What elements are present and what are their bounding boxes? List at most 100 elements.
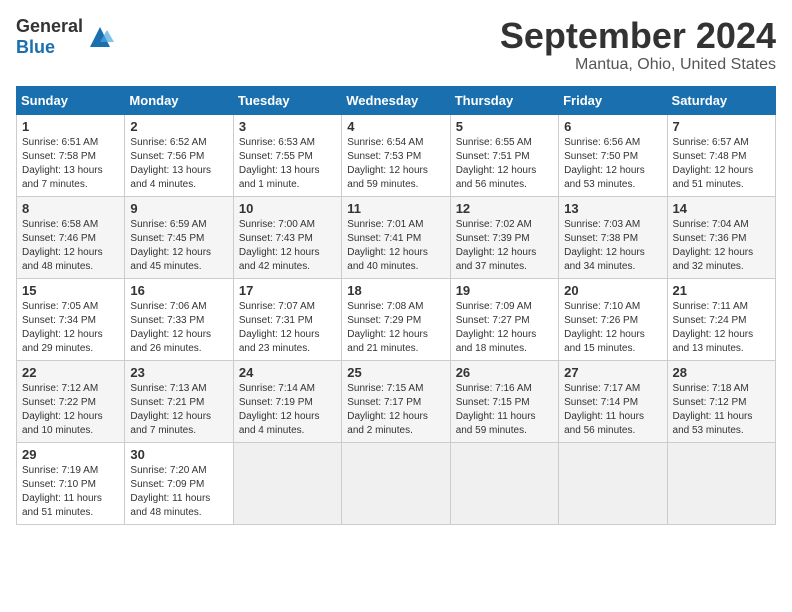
calendar-cell bbox=[342, 442, 450, 524]
calendar-week-row: 29 Sunrise: 7:19 AM Sunset: 7:10 PM Dayl… bbox=[17, 442, 776, 524]
day-info: Sunrise: 7:02 AM Sunset: 7:39 PM Dayligh… bbox=[456, 218, 553, 274]
calendar-cell: 14 Sunrise: 7:04 AM Sunset: 7:36 PM Dayl… bbox=[667, 196, 775, 278]
calendar-cell: 6 Sunrise: 6:56 AM Sunset: 7:50 PM Dayli… bbox=[559, 114, 667, 196]
month-title: September 2024 bbox=[500, 16, 776, 56]
day-info: Sunrise: 6:51 AM Sunset: 7:58 PM Dayligh… bbox=[22, 136, 119, 192]
calendar-header-wednesday: Wednesday bbox=[342, 86, 450, 114]
calendar-cell: 26 Sunrise: 7:16 AM Sunset: 7:15 PM Dayl… bbox=[450, 360, 558, 442]
day-number: 28 bbox=[673, 365, 770, 380]
calendar-cell: 29 Sunrise: 7:19 AM Sunset: 7:10 PM Dayl… bbox=[17, 442, 125, 524]
calendar-cell: 1 Sunrise: 6:51 AM Sunset: 7:58 PM Dayli… bbox=[17, 114, 125, 196]
calendar-header-tuesday: Tuesday bbox=[233, 86, 341, 114]
calendar-header-saturday: Saturday bbox=[667, 86, 775, 114]
day-info: Sunrise: 6:58 AM Sunset: 7:46 PM Dayligh… bbox=[22, 218, 119, 274]
page-header: General Blue September 2024 Mantua, Ohio… bbox=[16, 16, 776, 74]
day-number: 9 bbox=[130, 201, 227, 216]
day-number: 2 bbox=[130, 119, 227, 134]
day-info: Sunrise: 7:07 AM Sunset: 7:31 PM Dayligh… bbox=[239, 300, 336, 356]
calendar-cell: 3 Sunrise: 6:53 AM Sunset: 7:55 PM Dayli… bbox=[233, 114, 341, 196]
day-info: Sunrise: 6:56 AM Sunset: 7:50 PM Dayligh… bbox=[564, 136, 661, 192]
day-number: 4 bbox=[347, 119, 444, 134]
calendar-cell: 8 Sunrise: 6:58 AM Sunset: 7:46 PM Dayli… bbox=[17, 196, 125, 278]
calendar-cell: 13 Sunrise: 7:03 AM Sunset: 7:38 PM Dayl… bbox=[559, 196, 667, 278]
day-info: Sunrise: 7:00 AM Sunset: 7:43 PM Dayligh… bbox=[239, 218, 336, 274]
logo-general: General bbox=[16, 16, 83, 36]
day-number: 16 bbox=[130, 283, 227, 298]
day-number: 23 bbox=[130, 365, 227, 380]
calendar-cell: 15 Sunrise: 7:05 AM Sunset: 7:34 PM Dayl… bbox=[17, 278, 125, 360]
logo: General Blue bbox=[16, 16, 115, 58]
day-number: 6 bbox=[564, 119, 661, 134]
day-number: 13 bbox=[564, 201, 661, 216]
day-info: Sunrise: 7:15 AM Sunset: 7:17 PM Dayligh… bbox=[347, 382, 444, 438]
day-number: 21 bbox=[673, 283, 770, 298]
calendar-week-row: 15 Sunrise: 7:05 AM Sunset: 7:34 PM Dayl… bbox=[17, 278, 776, 360]
calendar-cell: 22 Sunrise: 7:12 AM Sunset: 7:22 PM Dayl… bbox=[17, 360, 125, 442]
day-info: Sunrise: 7:06 AM Sunset: 7:33 PM Dayligh… bbox=[130, 300, 227, 356]
day-info: Sunrise: 7:17 AM Sunset: 7:14 PM Dayligh… bbox=[564, 382, 661, 438]
day-info: Sunrise: 6:54 AM Sunset: 7:53 PM Dayligh… bbox=[347, 136, 444, 192]
calendar-cell bbox=[233, 442, 341, 524]
calendar-cell: 9 Sunrise: 6:59 AM Sunset: 7:45 PM Dayli… bbox=[125, 196, 233, 278]
calendar-cell: 17 Sunrise: 7:07 AM Sunset: 7:31 PM Dayl… bbox=[233, 278, 341, 360]
day-info: Sunrise: 7:09 AM Sunset: 7:27 PM Dayligh… bbox=[456, 300, 553, 356]
calendar-cell bbox=[450, 442, 558, 524]
day-number: 1 bbox=[22, 119, 119, 134]
day-number: 24 bbox=[239, 365, 336, 380]
calendar-week-row: 1 Sunrise: 6:51 AM Sunset: 7:58 PM Dayli… bbox=[17, 114, 776, 196]
calendar-header-row: SundayMondayTuesdayWednesdayThursdayFrid… bbox=[17, 86, 776, 114]
title-section: September 2024 Mantua, Ohio, United Stat… bbox=[500, 16, 776, 74]
day-info: Sunrise: 6:52 AM Sunset: 7:56 PM Dayligh… bbox=[130, 136, 227, 192]
calendar-cell: 10 Sunrise: 7:00 AM Sunset: 7:43 PM Dayl… bbox=[233, 196, 341, 278]
logo-blue: Blue bbox=[16, 37, 55, 57]
day-info: Sunrise: 7:12 AM Sunset: 7:22 PM Dayligh… bbox=[22, 382, 119, 438]
calendar-cell: 23 Sunrise: 7:13 AM Sunset: 7:21 PM Dayl… bbox=[125, 360, 233, 442]
calendar-header-thursday: Thursday bbox=[450, 86, 558, 114]
day-number: 10 bbox=[239, 201, 336, 216]
day-number: 12 bbox=[456, 201, 553, 216]
day-number: 15 bbox=[22, 283, 119, 298]
day-info: Sunrise: 7:04 AM Sunset: 7:36 PM Dayligh… bbox=[673, 218, 770, 274]
calendar-header-monday: Monday bbox=[125, 86, 233, 114]
day-number: 5 bbox=[456, 119, 553, 134]
day-number: 20 bbox=[564, 283, 661, 298]
calendar-cell: 2 Sunrise: 6:52 AM Sunset: 7:56 PM Dayli… bbox=[125, 114, 233, 196]
day-info: Sunrise: 6:53 AM Sunset: 7:55 PM Dayligh… bbox=[239, 136, 336, 192]
calendar-cell: 21 Sunrise: 7:11 AM Sunset: 7:24 PM Dayl… bbox=[667, 278, 775, 360]
day-number: 22 bbox=[22, 365, 119, 380]
day-number: 27 bbox=[564, 365, 661, 380]
calendar-cell: 11 Sunrise: 7:01 AM Sunset: 7:41 PM Dayl… bbox=[342, 196, 450, 278]
location-title: Mantua, Ohio, United States bbox=[500, 56, 776, 74]
day-number: 8 bbox=[22, 201, 119, 216]
calendar-header-friday: Friday bbox=[559, 86, 667, 114]
day-info: Sunrise: 7:01 AM Sunset: 7:41 PM Dayligh… bbox=[347, 218, 444, 274]
calendar-table: SundayMondayTuesdayWednesdayThursdayFrid… bbox=[16, 86, 776, 525]
calendar-cell: 18 Sunrise: 7:08 AM Sunset: 7:29 PM Dayl… bbox=[342, 278, 450, 360]
calendar-cell bbox=[559, 442, 667, 524]
day-info: Sunrise: 7:05 AM Sunset: 7:34 PM Dayligh… bbox=[22, 300, 119, 356]
calendar-cell: 25 Sunrise: 7:15 AM Sunset: 7:17 PM Dayl… bbox=[342, 360, 450, 442]
calendar-cell: 4 Sunrise: 6:54 AM Sunset: 7:53 PM Dayli… bbox=[342, 114, 450, 196]
day-info: Sunrise: 7:14 AM Sunset: 7:19 PM Dayligh… bbox=[239, 382, 336, 438]
day-info: Sunrise: 7:13 AM Sunset: 7:21 PM Dayligh… bbox=[130, 382, 227, 438]
calendar-week-row: 22 Sunrise: 7:12 AM Sunset: 7:22 PM Dayl… bbox=[17, 360, 776, 442]
calendar-cell: 16 Sunrise: 7:06 AM Sunset: 7:33 PM Dayl… bbox=[125, 278, 233, 360]
day-number: 25 bbox=[347, 365, 444, 380]
day-info: Sunrise: 6:57 AM Sunset: 7:48 PM Dayligh… bbox=[673, 136, 770, 192]
calendar-header-sunday: Sunday bbox=[17, 86, 125, 114]
day-number: 11 bbox=[347, 201, 444, 216]
calendar-cell: 5 Sunrise: 6:55 AM Sunset: 7:51 PM Dayli… bbox=[450, 114, 558, 196]
day-info: Sunrise: 7:10 AM Sunset: 7:26 PM Dayligh… bbox=[564, 300, 661, 356]
day-info: Sunrise: 6:59 AM Sunset: 7:45 PM Dayligh… bbox=[130, 218, 227, 274]
day-number: 19 bbox=[456, 283, 553, 298]
day-info: Sunrise: 7:16 AM Sunset: 7:15 PM Dayligh… bbox=[456, 382, 553, 438]
calendar-cell bbox=[667, 442, 775, 524]
calendar-cell: 30 Sunrise: 7:20 AM Sunset: 7:09 PM Dayl… bbox=[125, 442, 233, 524]
calendar-cell: 20 Sunrise: 7:10 AM Sunset: 7:26 PM Dayl… bbox=[559, 278, 667, 360]
day-info: Sunrise: 6:55 AM Sunset: 7:51 PM Dayligh… bbox=[456, 136, 553, 192]
calendar-cell: 12 Sunrise: 7:02 AM Sunset: 7:39 PM Dayl… bbox=[450, 196, 558, 278]
logo-text: General Blue bbox=[16, 16, 83, 58]
calendar-week-row: 8 Sunrise: 6:58 AM Sunset: 7:46 PM Dayli… bbox=[17, 196, 776, 278]
logo-icon bbox=[85, 22, 115, 52]
calendar-cell: 19 Sunrise: 7:09 AM Sunset: 7:27 PM Dayl… bbox=[450, 278, 558, 360]
